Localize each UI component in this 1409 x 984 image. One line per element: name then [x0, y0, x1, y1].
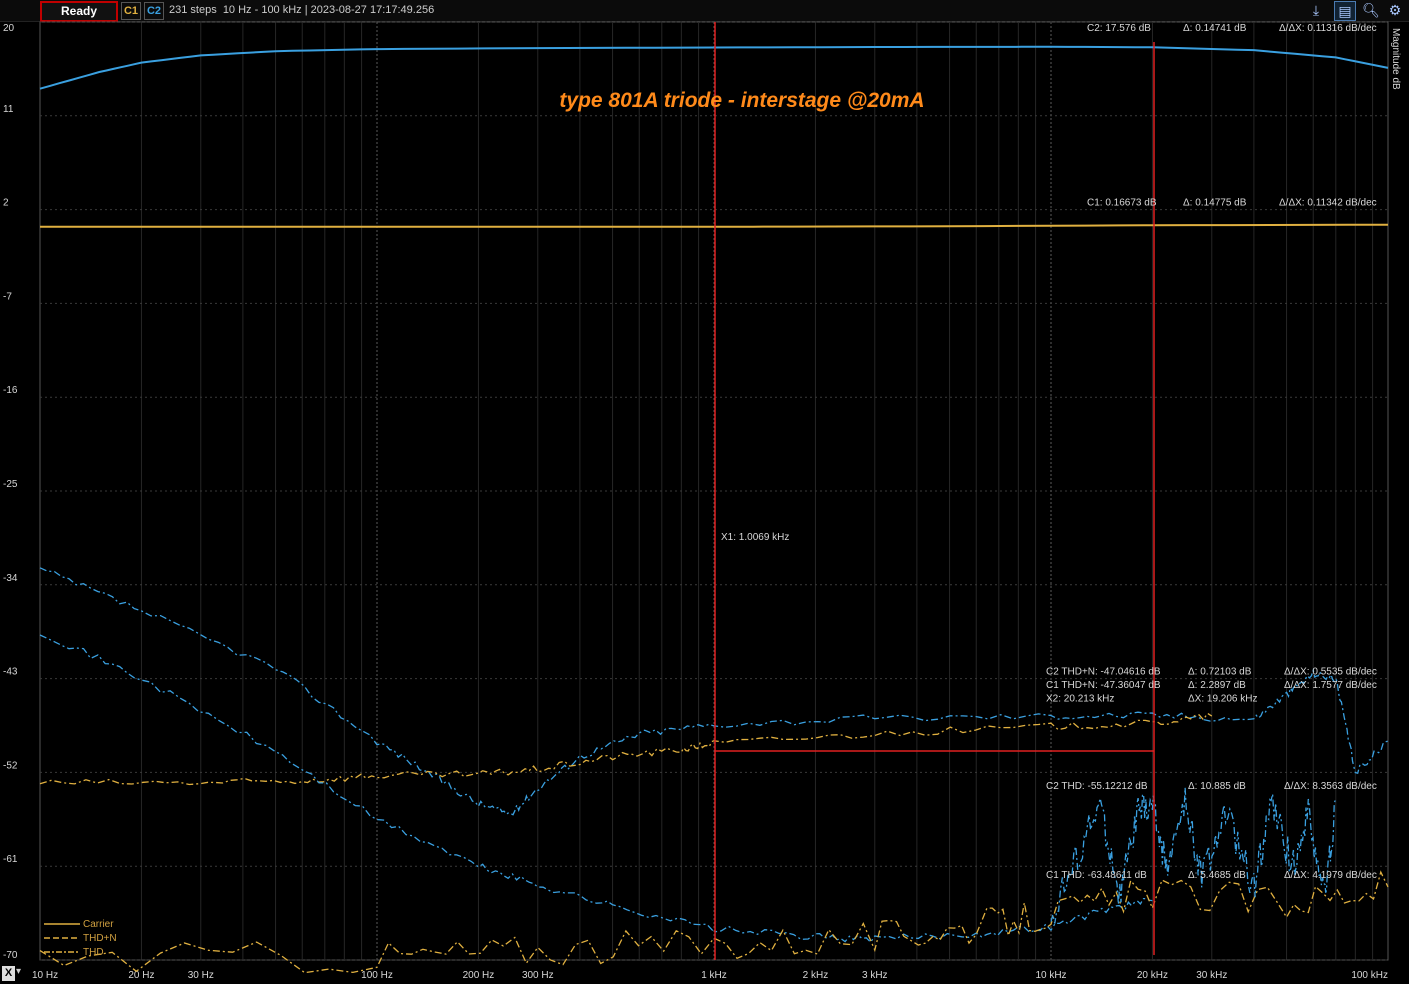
y-tick-label: -34: [3, 573, 18, 584]
cursor-readout-text: C1 THD: -63.48611 dB: [1046, 870, 1147, 881]
x-tick-label: 1 kHz: [701, 970, 727, 981]
x-tick-label: 300 Hz: [522, 970, 554, 981]
y-tick-label: -43: [3, 667, 18, 678]
cursor-readout-text: C2 THD+N: -47.04616 dB: [1046, 667, 1161, 678]
cursor-readout-text: Δ/ΔX: 0.11316 dB/dec: [1279, 23, 1377, 34]
cursor-readout-text: Δ: 0.14741 dB: [1183, 23, 1247, 34]
dropdown-arrow-icon: ▾: [16, 966, 22, 977]
cursor-readout-text: Δ: 0.72103 dB: [1188, 667, 1252, 678]
cursor-readout-text: Δ: 5.4685 dB: [1188, 870, 1246, 881]
legend-label: THD+N: [83, 933, 117, 944]
y-axis-label: Magnitude dB: [1390, 28, 1401, 90]
cursor-readout-text: C2 THD: -55.12212 dB: [1046, 781, 1148, 792]
x-tick-label: 100 kHz: [1351, 970, 1388, 981]
y-tick-label: 20: [3, 23, 15, 34]
chart-title: type 801A triode - interstage @20mA: [559, 89, 924, 112]
y-tick-label: -52: [3, 760, 18, 771]
y-tick-label: 11: [3, 104, 14, 115]
y-tick-label: 2: [3, 198, 9, 209]
cursor-readout-text: ΔX: 19.206 kHz: [1188, 694, 1258, 705]
legend-label: THD: [83, 947, 104, 958]
legend-label: Carrier: [83, 919, 114, 930]
cursor-readout-text: Δ/ΔX: 0.5535 dB/dec: [1284, 667, 1377, 678]
x-tick-label: 200 Hz: [463, 970, 495, 981]
x-tick-label: 100 Hz: [361, 970, 393, 981]
cursor-readout-text: Δ/ΔX: 4.1979 dB/dec: [1284, 870, 1377, 881]
cursor-readout-text: Δ: 0.14775 dB: [1183, 198, 1247, 209]
x-axis-menu-button[interactable]: X: [2, 966, 15, 981]
x-tick-label: 3 kHz: [862, 970, 888, 981]
x-tick-label: 10 Hz: [32, 970, 58, 981]
x-tick-label: 20 kHz: [1137, 970, 1168, 981]
x-tick-label: 10 kHz: [1035, 970, 1066, 981]
cursor-readout-text: C1 THD+N: -47.36047 dB: [1046, 680, 1161, 691]
frequency-response-chart[interactable]: 20 11 2 -7 -16 -25 -34 -43 -52 -61 -70 10 Hz 20 Hz 30…: [0, 0, 1409, 984]
cursor-readout-text: C1: 0.16673 dB: [1087, 198, 1157, 209]
cursor-readout-text: Δ: 10.885 dB: [1188, 781, 1246, 792]
cursor-readout-text: Δ/ΔX: 1.7577 dB/dec: [1284, 680, 1377, 691]
cursor-readout-text: C2: 17.576 dB: [1087, 23, 1151, 34]
cursor-x1-label: X1: 1.0069 kHz: [721, 532, 789, 543]
x-tick-label: 2 kHz: [803, 970, 829, 981]
x-tick-label: 20 Hz: [128, 970, 154, 981]
y-tick-label: -16: [3, 385, 18, 396]
x-tick-label: 30 Hz: [188, 970, 214, 981]
cursor-readout-text: Δ/ΔX: 0.11342 dB/dec: [1279, 198, 1377, 209]
y-tick-label: -7: [3, 291, 12, 302]
x-tick-label: 30 kHz: [1196, 970, 1227, 981]
cursor-readout-text: X2: 20.213 kHz: [1046, 694, 1114, 705]
y-tick-label: -61: [3, 854, 18, 865]
y-tick-label: -70: [3, 950, 18, 961]
y-tick-label: -25: [3, 479, 18, 490]
cursor-readout-text: Δ: 2.2897 dB: [1188, 680, 1246, 691]
cursor-readout-text: Δ/ΔX: 8.3563 dB/dec: [1284, 781, 1377, 792]
